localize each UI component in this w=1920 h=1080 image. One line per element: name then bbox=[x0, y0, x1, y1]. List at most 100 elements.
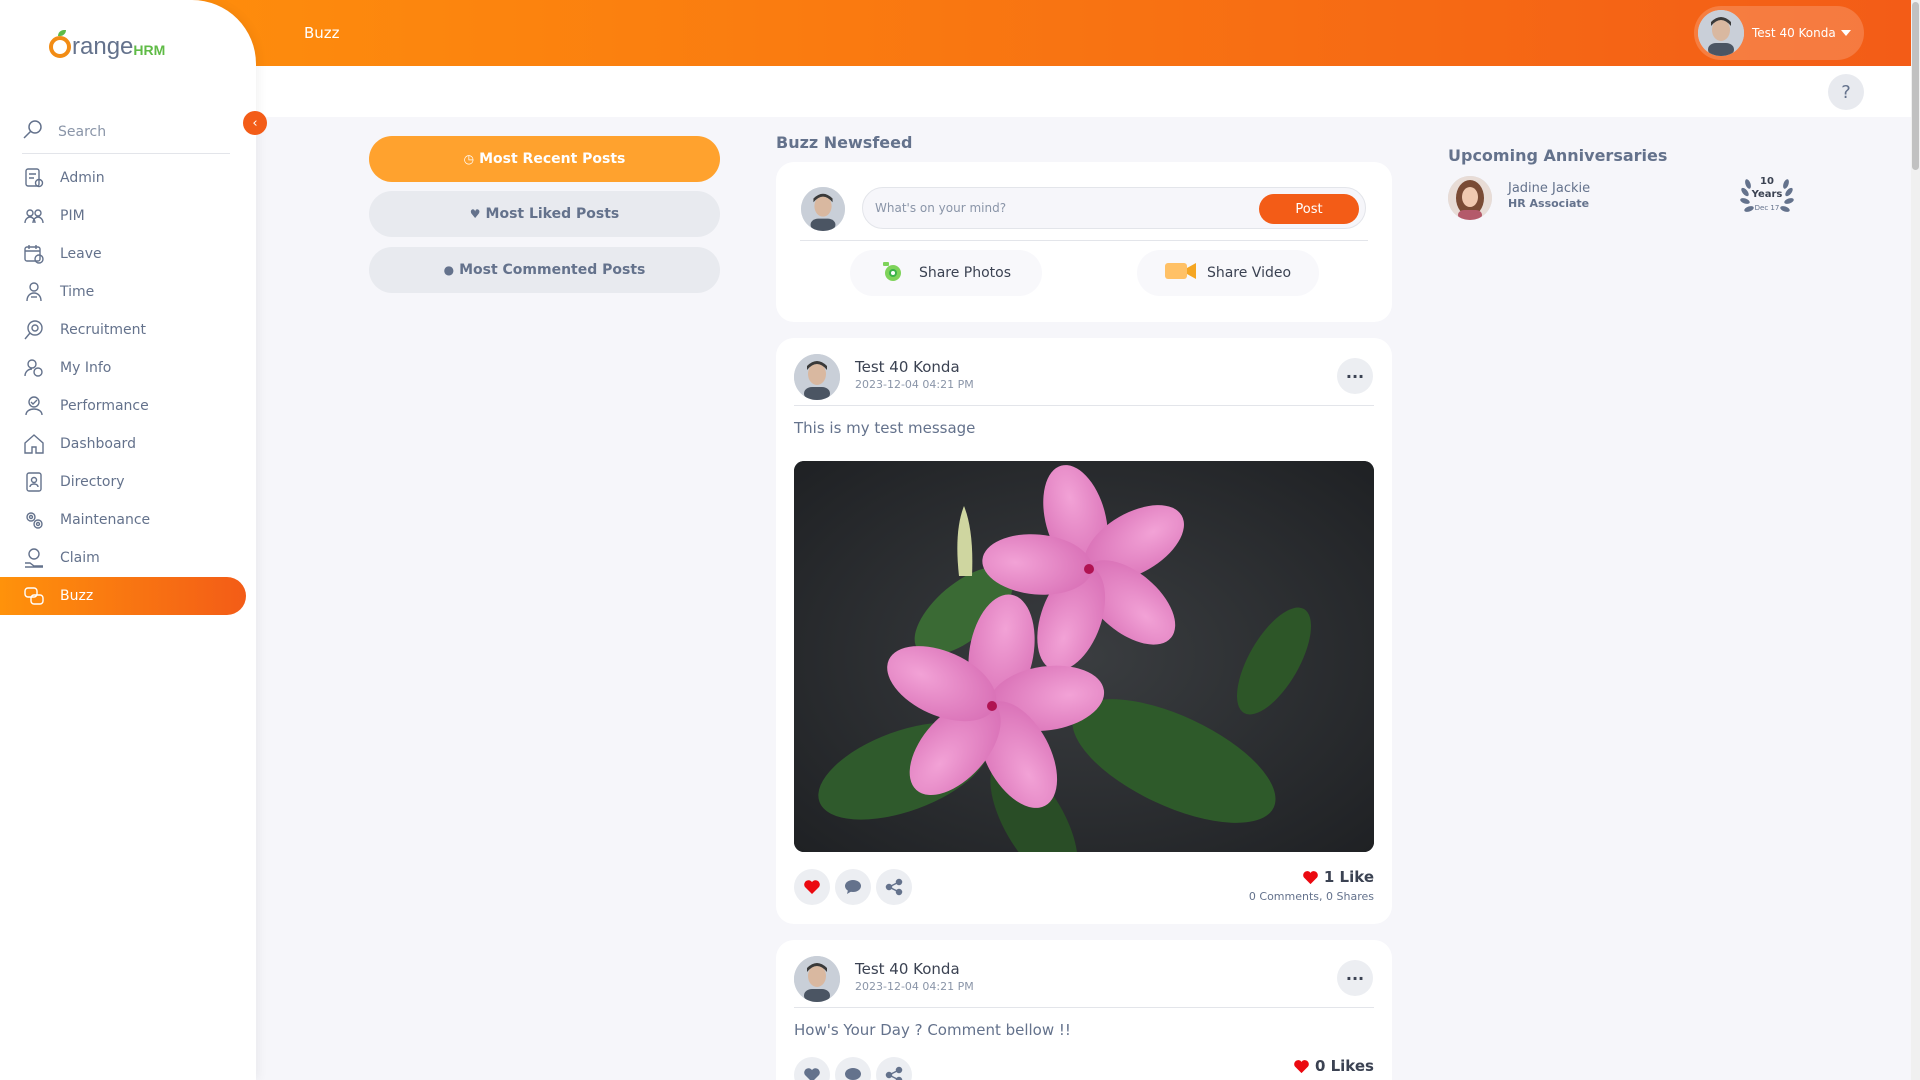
anniversary-item: Jadine Jackie HR Associate 10 Years Dec … bbox=[1448, 176, 1800, 220]
performance-icon bbox=[22, 394, 46, 418]
sidebar-item-pim[interactable]: PIM bbox=[0, 197, 256, 235]
sidebar-item-buzz[interactable]: Buzz bbox=[0, 577, 246, 615]
compose-card: What's on your mind? Share Photos Share … bbox=[776, 162, 1392, 322]
sidebar-item-dashboard[interactable]: Dashboard bbox=[0, 425, 256, 463]
caret-down-icon bbox=[1840, 30, 1851, 36]
post-date: 2023-12-04 04:21 PM bbox=[855, 980, 974, 993]
comment-icon bbox=[845, 880, 861, 894]
shares-count[interactable]: 0 Shares bbox=[1326, 890, 1374, 903]
user-dropdown[interactable]: Test 40 Konda bbox=[1694, 6, 1864, 60]
sidebar-item-admin[interactable]: Admin bbox=[0, 159, 256, 197]
logo-suffix: HRM bbox=[133, 42, 166, 58]
anniversary-name: Jadine Jackie bbox=[1508, 181, 1591, 196]
buzz-icon bbox=[22, 584, 46, 608]
sub-header bbox=[256, 66, 1911, 117]
anniversary-role: HR Associate bbox=[1508, 197, 1590, 210]
share-icon bbox=[885, 1066, 903, 1080]
help-button[interactable]: ? bbox=[1828, 74, 1864, 110]
sidebar-item-label: Performance bbox=[60, 398, 149, 414]
sidebar-item-claim[interactable]: Claim bbox=[0, 539, 256, 577]
anniversaries-title: Upcoming Anniversaries bbox=[1448, 146, 1668, 165]
sidebar-item-label: Claim bbox=[60, 550, 100, 566]
collapse-sidebar-button[interactable]: ‹ bbox=[243, 111, 267, 135]
sidebar-item-directory[interactable]: Directory bbox=[0, 463, 256, 501]
leave-icon bbox=[22, 242, 46, 266]
most-commented-posts-button[interactable]: ● Most Commented Posts bbox=[369, 247, 720, 293]
sidebar-item-performance[interactable]: Performance bbox=[0, 387, 256, 425]
more-options-icon: ··· bbox=[1345, 968, 1365, 988]
post-stats: 0 Comments, 0 Shares bbox=[1248, 890, 1374, 903]
post-photo[interactable] bbox=[794, 461, 1374, 852]
post-options-button[interactable]: ··· bbox=[1337, 960, 1373, 996]
newsfeed-title: Buzz Newsfeed bbox=[776, 133, 913, 152]
camera-icon bbox=[881, 259, 907, 287]
most-recent-posts-button[interactable]: ◷ Most Recent Posts bbox=[369, 136, 720, 182]
admin-icon bbox=[22, 166, 46, 190]
sidebar-search[interactable]: Search bbox=[22, 110, 230, 154]
scrollbar-thumb[interactable] bbox=[1912, 2, 1919, 170]
post-text: This is my test message bbox=[794, 419, 976, 437]
sidebar-item-label: Admin bbox=[60, 170, 105, 186]
clock-icon: ◷ bbox=[463, 152, 475, 166]
anniversary-badge: 10 Years Dec 17 bbox=[1734, 176, 1800, 220]
most-recent-posts-label: Most Recent Posts bbox=[479, 151, 626, 167]
user-avatar bbox=[1698, 10, 1744, 56]
sidebar-item-maintenance[interactable]: Maintenance bbox=[0, 501, 256, 539]
like-button[interactable] bbox=[794, 1057, 830, 1080]
sidebar-item-label: Buzz bbox=[60, 588, 94, 604]
post-card: Test 40 Konda 2023-12-04 04:21 PM ··· Ho… bbox=[776, 940, 1392, 1080]
sidebar-item-label: Directory bbox=[60, 474, 125, 490]
post-card: Test 40 Konda 2023-12-04 04:21 PM ··· Th… bbox=[776, 338, 1392, 924]
logo-text: range bbox=[72, 33, 134, 60]
share-video-label: Share Video bbox=[1206, 265, 1292, 281]
my-info-icon bbox=[22, 356, 46, 380]
chevron-left-icon: ‹ bbox=[252, 115, 258, 131]
sidebar-item-leave[interactable]: Leave bbox=[0, 235, 256, 273]
heart-icon bbox=[804, 1068, 820, 1080]
orangehrm-logo[interactable]: range HRM bbox=[49, 30, 166, 61]
like-button[interactable] bbox=[794, 869, 830, 905]
user-name: Test 40 Konda bbox=[1752, 26, 1836, 40]
comment-button[interactable] bbox=[835, 1057, 871, 1080]
post-author-avatar[interactable] bbox=[794, 956, 840, 1002]
likes-count[interactable]: 0 Likes bbox=[1293, 1057, 1374, 1075]
sidebar-item-label: Time bbox=[60, 284, 95, 300]
anniversary-years-label: Years bbox=[1751, 189, 1783, 200]
anniversary-avatar bbox=[1448, 176, 1492, 220]
more-options-icon: ··· bbox=[1345, 366, 1365, 386]
share-photos-label: Share Photos bbox=[918, 265, 1012, 281]
sidebar-item-my-info[interactable]: My Info bbox=[0, 349, 256, 387]
sidebar-item-label: Maintenance bbox=[60, 512, 151, 528]
post-button[interactable]: Post bbox=[1259, 194, 1359, 224]
sidebar-item-time[interactable]: Time bbox=[0, 273, 256, 311]
comments-count[interactable]: 0 Comments bbox=[1249, 890, 1319, 903]
sidebar-menu: Admin PIM Leave Time Recruitment My Info… bbox=[0, 159, 256, 615]
share-button[interactable] bbox=[876, 1057, 912, 1080]
search-icon bbox=[22, 119, 44, 145]
most-commented-posts-label: Most Commented Posts bbox=[459, 262, 646, 278]
page-title: Buzz bbox=[304, 24, 340, 42]
composer-avatar bbox=[801, 187, 845, 231]
share-button[interactable] bbox=[876, 869, 912, 905]
sidebar: range HRM Search Admin PIM Leave Time Re… bbox=[0, 0, 256, 1080]
likes-label: 0 Likes bbox=[1314, 1057, 1374, 1075]
likes-count[interactable]: 1 Like bbox=[1302, 868, 1374, 886]
post-options-button[interactable]: ··· bbox=[1337, 358, 1373, 394]
post-author-name: Test 40 Konda bbox=[855, 358, 960, 376]
top-bar: Buzz Test 40 Konda bbox=[0, 0, 1911, 66]
most-liked-posts-label: Most Liked Posts bbox=[485, 206, 620, 222]
anniversary-date: Dec 17 bbox=[1754, 204, 1780, 212]
share-video-button[interactable]: Share Video bbox=[1137, 250, 1319, 296]
sidebar-item-recruitment[interactable]: Recruitment bbox=[0, 311, 256, 349]
anniversary-years: 10 bbox=[1760, 176, 1774, 187]
logo-orange-icon bbox=[49, 30, 71, 58]
share-photos-button[interactable]: Share Photos bbox=[850, 250, 1042, 296]
post-date: 2023-12-04 04:21 PM bbox=[855, 378, 974, 391]
post-author-avatar[interactable] bbox=[794, 354, 840, 400]
heart-icon bbox=[804, 880, 820, 894]
comment-button[interactable] bbox=[835, 869, 871, 905]
share-icon bbox=[885, 878, 903, 896]
sidebar-item-label: Recruitment bbox=[60, 322, 147, 338]
heart-icon bbox=[1303, 870, 1318, 884]
most-liked-posts-button[interactable]: ♥ Most Liked Posts bbox=[369, 191, 720, 237]
